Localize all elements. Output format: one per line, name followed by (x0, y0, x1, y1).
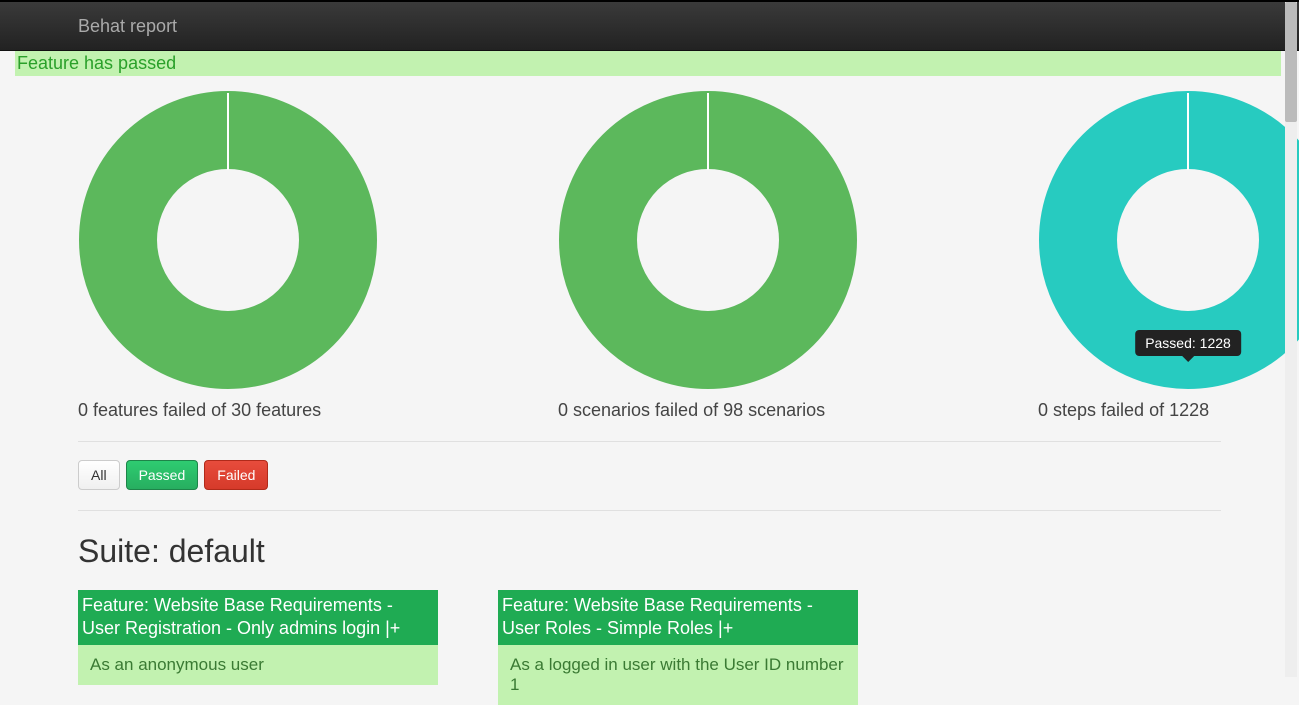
donut-steps: Passed: 1228 (1038, 90, 1299, 390)
chart-scenarios-caption: 0 scenarios failed of 98 scenarios (558, 400, 948, 421)
chart-steps: Passed: 1228 0 steps failed of 1228 (1038, 90, 1299, 421)
suite-prefix: Suite: (78, 533, 169, 569)
donut-features-svg (78, 90, 378, 390)
chart-features: 0 features failed of 30 features (78, 90, 468, 421)
chart-features-caption: 0 features failed of 30 features (78, 400, 468, 421)
main-container: 0 features failed of 30 features 0 scena… (0, 90, 1299, 705)
feature-card: Feature: Website Base Requirements - Use… (498, 590, 858, 705)
scrollbar-vertical[interactable] (1285, 2, 1297, 677)
features-row: Feature: Website Base Requirements - Use… (78, 590, 1221, 705)
donut-scenarios-svg (558, 90, 858, 390)
separator (78, 510, 1221, 511)
filter-passed-button[interactable]: Passed (126, 460, 199, 490)
filter-failed-button[interactable]: Failed (204, 460, 268, 490)
feature-header[interactable]: Feature: Website Base Requirements - Use… (78, 590, 438, 645)
filter-buttons: All Passed Failed (78, 460, 1221, 490)
scrollbar-thumb[interactable] (1285, 2, 1297, 122)
donut-features (78, 90, 378, 390)
suite-title: Suite: default (78, 533, 1221, 570)
navbar-brand[interactable]: Behat report (78, 16, 177, 37)
alert-feature-passed: Feature has passed (15, 51, 1281, 76)
donut-scenarios (558, 90, 858, 390)
charts-row: 0 features failed of 30 features 0 scena… (78, 90, 1221, 421)
tooltip-steps-passed: Passed: 1228 (1135, 330, 1241, 356)
feature-body: As a logged in user with the User ID num… (498, 645, 858, 705)
feature-header[interactable]: Feature: Website Base Requirements - Use… (498, 590, 858, 645)
chart-steps-caption: 0 steps failed of 1228 (1038, 400, 1299, 421)
suite-name: default (169, 533, 265, 569)
separator (78, 441, 1221, 442)
feature-card: Feature: Website Base Requirements - Use… (78, 590, 438, 705)
navbar: Behat report (0, 0, 1299, 51)
chart-scenarios: 0 scenarios failed of 98 scenarios (558, 90, 948, 421)
filter-all-button[interactable]: All (78, 460, 120, 490)
